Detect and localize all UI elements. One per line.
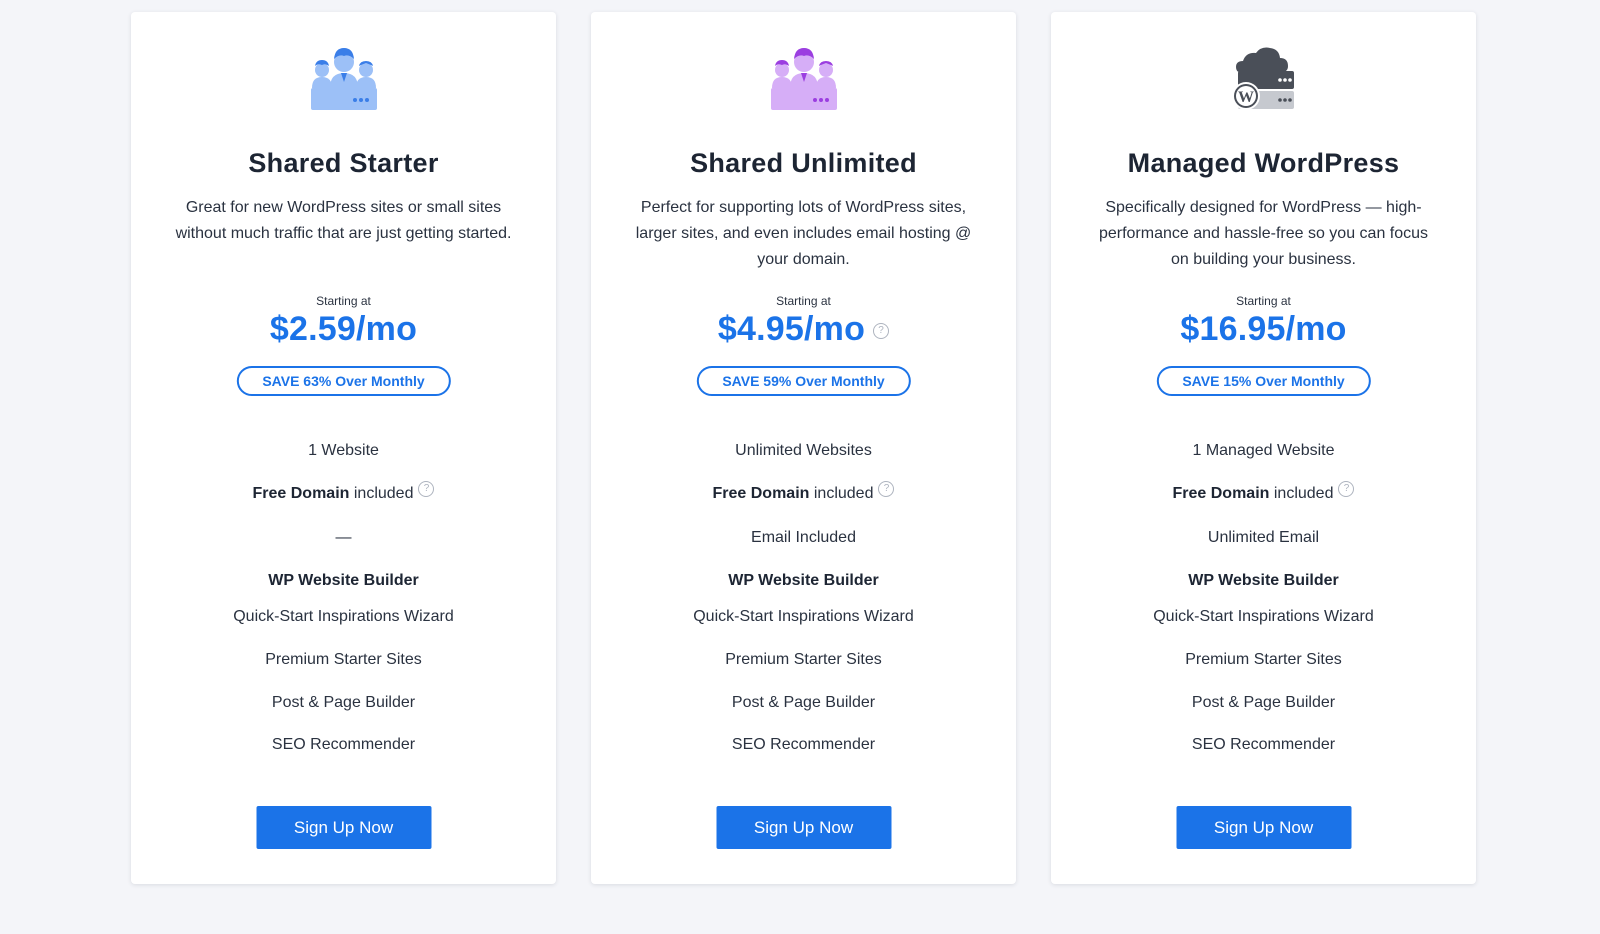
plan-price: $4.95/mo <box>717 310 866 348</box>
save-badge[interactable]: SAVE 63% Over Monthly <box>236 366 451 396</box>
help-icon[interactable]: ? <box>873 322 890 339</box>
price-row: $4.95/mo ? <box>591 310 1016 349</box>
starting-at-label: Starting at <box>776 294 831 308</box>
feature-domain-bold: Free Domain <box>252 485 350 502</box>
team-server-icon <box>131 46 556 126</box>
feature-builder: WP Website Builder <box>728 572 879 589</box>
plan-title: Managed WordPress <box>1127 148 1400 178</box>
price-row: $2.59/mo <box>131 310 556 349</box>
plan-card-managed-wordpress: W Managed WordPress Specifically designe… <box>1051 12 1476 884</box>
feature-websites: 1 Website <box>308 442 379 459</box>
feature-starter-sites: Premium Starter Sites <box>1185 651 1342 668</box>
feature-domain-rest: included <box>1273 485 1334 502</box>
feature-seo: SEO Recommender <box>271 736 416 753</box>
sign-up-button[interactable]: Sign Up Now <box>716 806 891 849</box>
feature-email: Email Included <box>751 529 856 546</box>
starting-at-label: Starting at <box>316 294 371 308</box>
feature-page-builder: Post & Page Builder <box>271 694 416 711</box>
save-badge[interactable]: SAVE 15% Over Monthly <box>1156 366 1371 396</box>
feature-page-builder: Post & Page Builder <box>731 694 876 711</box>
feature-domain: Free Domain included ? <box>1051 481 1476 503</box>
plan-description: Perfect for supporting lots of WordPress… <box>635 199 972 268</box>
plan-card-shared-unlimited: Shared Unlimited Perfect for supporting … <box>591 12 1016 884</box>
svg-text:W: W <box>1238 89 1254 106</box>
team-server-icon <box>591 46 1016 126</box>
help-icon[interactable]: ? <box>878 481 895 497</box>
feature-websites: Unlimited Websites <box>735 442 872 459</box>
feature-builder: WP Website Builder <box>1188 572 1339 589</box>
feature-wizard: Quick-Start Inspirations Wizard <box>1153 608 1374 625</box>
feature-starter-sites: Premium Starter Sites <box>265 651 422 668</box>
help-icon[interactable]: ? <box>1338 481 1355 497</box>
feature-websites: 1 Managed Website <box>1192 442 1335 459</box>
pricing-cards: Shared Starter Great for new WordPress s… <box>131 12 1476 884</box>
feature-domain: Free Domain included ? <box>591 481 1016 503</box>
plan-description: Specifically designed for WordPress — hi… <box>1098 199 1429 268</box>
sign-up-button[interactable]: Sign Up Now <box>1176 806 1351 849</box>
feature-domain-rest: included <box>353 485 414 502</box>
plan-title: Shared Unlimited <box>690 148 917 178</box>
starting-at-label: Starting at <box>1236 294 1291 308</box>
feature-seo: SEO Recommender <box>1191 736 1336 753</box>
plan-price: $16.95/mo <box>1180 310 1347 348</box>
price-row: $16.95/mo <box>1051 310 1476 349</box>
feature-wizard: Quick-Start Inspirations Wizard <box>233 608 454 625</box>
plan-price: $2.59/mo <box>269 310 418 348</box>
save-badge[interactable]: SAVE 59% Over Monthly <box>696 366 911 396</box>
feature-domain-bold: Free Domain <box>712 485 810 502</box>
sign-up-button[interactable]: Sign Up Now <box>256 806 431 849</box>
feature-email: Unlimited Email <box>1207 529 1320 546</box>
feature-seo: SEO Recommender <box>731 736 876 753</box>
feature-domain-bold: Free Domain <box>1172 485 1270 502</box>
feature-starter-sites: Premium Starter Sites <box>725 651 882 668</box>
help-icon[interactable]: ? <box>418 481 435 497</box>
plan-title: Shared Starter <box>248 148 439 178</box>
plan-description: Great for new WordPress sites or small s… <box>175 199 512 242</box>
feature-email: — <box>335 529 352 546</box>
wordpress-cloud-server-icon: W <box>1051 46 1476 126</box>
plan-card-shared-starter: Shared Starter Great for new WordPress s… <box>131 12 556 884</box>
feature-wizard: Quick-Start Inspirations Wizard <box>693 608 914 625</box>
feature-domain-rest: included <box>813 485 874 502</box>
feature-page-builder: Post & Page Builder <box>1191 694 1336 711</box>
feature-builder: WP Website Builder <box>268 572 419 589</box>
feature-domain: Free Domain included ? <box>131 481 556 503</box>
